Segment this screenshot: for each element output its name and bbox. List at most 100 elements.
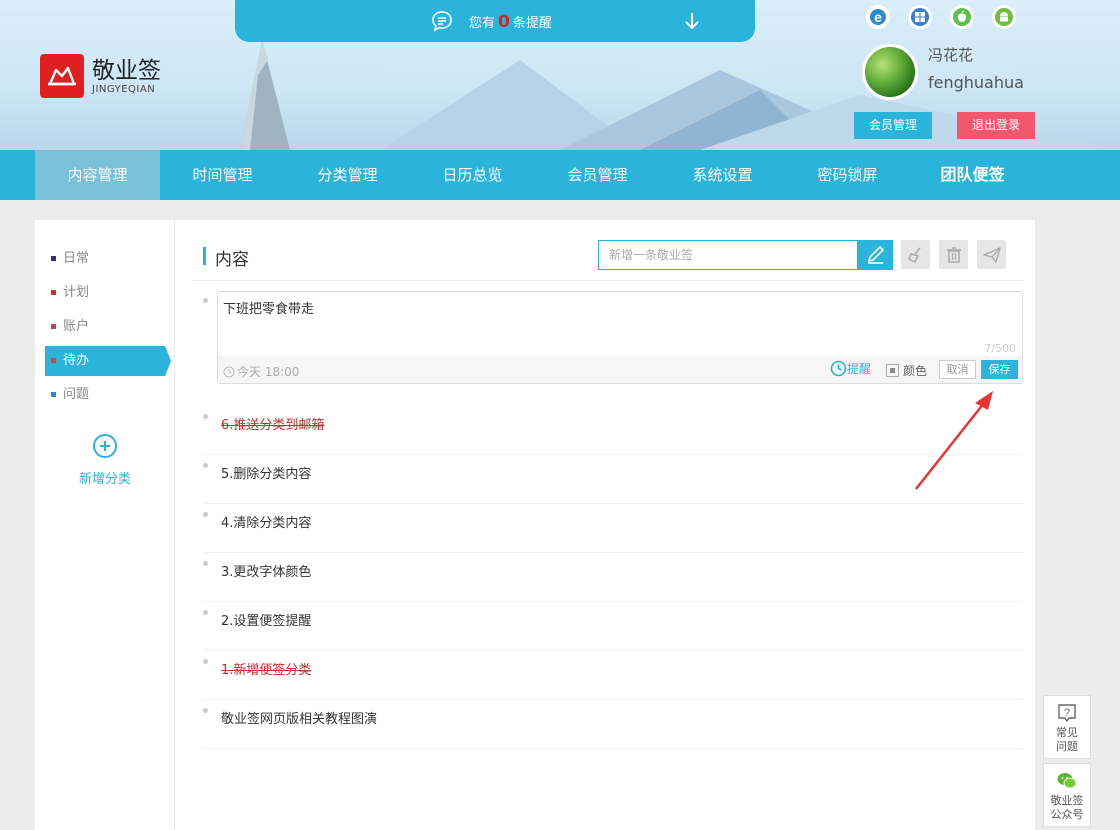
list-item[interactable]: 4.清除分类内容 [203, 504, 1023, 553]
alarm-clock-icon [830, 360, 847, 377]
svg-text:e: e [874, 9, 882, 25]
reminder-suffix: 条提醒 [512, 16, 552, 31]
nav-team-notes[interactable]: 团队便签 [910, 150, 1035, 200]
new-note-input[interactable]: 新增一条敬业签 [598, 240, 858, 270]
nav-calendar-overview[interactable]: 日历总览 [410, 150, 535, 200]
list-item-text: 3.更改字体颜色 [221, 565, 312, 580]
divider [193, 280, 1023, 281]
category-sidebar: 日常 计划 账户 待办 问题 新增分类 [35, 220, 175, 830]
svg-text:?: ? [1064, 707, 1070, 719]
category-item-daily[interactable]: 日常 [45, 244, 165, 274]
list-item[interactable]: 1.新增便签分类 [203, 651, 1023, 700]
list-item[interactable]: 敬业签网页版相关教程图演 [203, 700, 1023, 749]
faq-label-line2: 问题 [1056, 740, 1078, 753]
category-label: 账户 [63, 319, 90, 334]
char-count: 7/500 [984, 342, 1016, 355]
send-button[interactable] [977, 240, 1006, 269]
avatar[interactable] [862, 44, 918, 100]
category-item-account[interactable]: 账户 [45, 312, 165, 342]
list-item-text: 6.推送分类到邮箱 [221, 418, 325, 433]
list-item[interactable]: 3.更改字体颜色 [203, 553, 1023, 602]
list-item-text: 2.设置便签提醒 [221, 614, 312, 629]
category-color-dot [51, 256, 56, 261]
wechat-icon [1057, 773, 1077, 789]
add-category-button[interactable]: 新增分类 [75, 434, 135, 487]
bullet [203, 659, 208, 664]
category-color-dot [51, 324, 56, 329]
wechat-label-line2: 公众号 [1050, 808, 1084, 821]
nav-password-lock[interactable]: 密码锁屏 [785, 150, 910, 200]
windows-icon[interactable] [908, 5, 932, 29]
editor-toolbar: 今天 18:00 提醒 颜色 取消 保存 [218, 356, 1022, 383]
save-button[interactable]: 保存 [981, 360, 1018, 379]
nav-content-management[interactable]: 内容管理 [35, 150, 160, 200]
delete-button[interactable] [939, 240, 968, 269]
category-color-dot [51, 290, 56, 295]
category-color-dot [51, 392, 56, 397]
content-panel: 日常 计划 账户 待办 问题 新增分类 内容 新增一条敬业签 下班把零食带走 7… [35, 220, 1035, 830]
user-id: fenghuahua [928, 73, 1024, 92]
list-item[interactable]: 6.推送分类到邮箱 [203, 406, 1023, 455]
ie-icon[interactable]: e [866, 5, 890, 29]
nav-time-management[interactable]: 时间管理 [160, 150, 285, 200]
category-label: 日常 [63, 251, 90, 266]
bullet [203, 708, 208, 713]
plus-circle-icon [93, 434, 117, 458]
category-item-issue[interactable]: 问题 [45, 380, 165, 410]
member-management-button[interactable]: 会员管理 [854, 112, 932, 139]
list-item-text: 敬业签网页版相关教程图演 [221, 712, 378, 727]
nav-system-settings[interactable]: 系统设置 [660, 150, 785, 200]
list-item-text: 5.删除分类内容 [221, 467, 312, 482]
chat-bubble-icon [432, 11, 452, 32]
note-editor-text[interactable]: 下班把零食带走 [223, 298, 314, 317]
category-label: 问题 [63, 387, 90, 402]
reminder-banner[interactable]: 您有 0 条提醒 [235, 0, 755, 42]
header: 敬业签 JINGYEQIAN 您有 0 条提醒 e 冯花花 fenghuahua… [0, 0, 1120, 150]
wechat-label-line1: 敬业签 [1050, 794, 1084, 807]
reminder-prefix: 您有 [469, 16, 496, 31]
color-picker-button[interactable]: 颜色 [886, 362, 927, 379]
nav-member-management[interactable]: 会员管理 [535, 150, 660, 200]
logout-button[interactable]: 退出登录 [957, 112, 1035, 139]
logo[interactable]: 敬业签 JINGYEQIAN [40, 54, 161, 98]
category-label: 待办 [63, 353, 90, 368]
page-title: 内容 [203, 245, 249, 270]
main-nav: 内容管理 时间管理 分类管理 日历总览 会员管理 系统设置 密码锁屏 团队便签 [0, 150, 1120, 200]
wechat-account-button[interactable]: 敬业签 公众号 [1043, 763, 1091, 827]
list-item[interactable]: 5.删除分类内容 [203, 455, 1023, 504]
note-editor[interactable]: 下班把零食带走 7/500 今天 18:00 提醒 颜色 取消 保存 [217, 291, 1023, 384]
bullet [203, 298, 208, 303]
bullet [203, 463, 208, 468]
list-item-text: 1.新增便签分类 [221, 663, 312, 678]
set-reminder-button[interactable]: 提醒 [830, 360, 871, 377]
add-category-label: 新增分类 [78, 472, 131, 487]
reminder-count: 0 [498, 12, 510, 32]
reminder-text: 您有 0 条提醒 [469, 12, 552, 32]
faq-button[interactable]: ? 常见 问题 [1043, 695, 1091, 759]
reminder-time: 今天 18:00 [223, 363, 299, 380]
nav-category-management[interactable]: 分类管理 [285, 150, 410, 200]
logo-subtitle: JINGYEQIAN [92, 83, 156, 95]
reminder-label: 提醒 [847, 362, 872, 376]
arrow-down-icon[interactable] [683, 11, 701, 31]
category-item-todo[interactable]: 待办 [45, 346, 171, 376]
category-color-dot [51, 358, 56, 363]
paper-plane-icon [982, 246, 1001, 263]
bullet [203, 610, 208, 615]
new-note-button[interactable] [858, 240, 893, 270]
bullet [203, 561, 208, 566]
faq-label-line1: 常见 [1056, 726, 1078, 739]
logo-icon [40, 54, 84, 98]
list-item-text: 4.清除分类内容 [221, 516, 312, 531]
user-name: 冯花花 [928, 46, 974, 64]
android-icon[interactable] [992, 5, 1016, 29]
platform-links: e [866, 5, 1034, 29]
category-label: 计划 [63, 285, 90, 300]
list-item[interactable]: 2.设置便签提醒 [203, 602, 1023, 651]
trash-icon [946, 246, 961, 263]
apple-icon[interactable] [950, 5, 974, 29]
category-item-plan[interactable]: 计划 [45, 278, 165, 308]
color-label: 颜色 [903, 364, 928, 378]
clear-button[interactable] [901, 240, 930, 269]
cancel-button[interactable]: 取消 [939, 360, 976, 379]
